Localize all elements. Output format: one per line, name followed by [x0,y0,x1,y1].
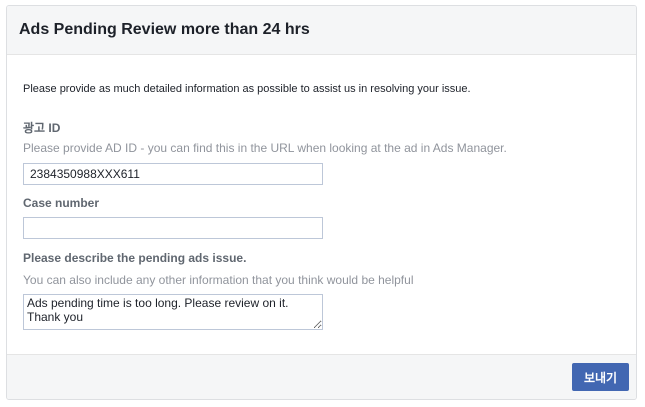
case-number-input[interactable] [23,217,323,239]
form-intro-text: Please provide as much detailed informat… [23,83,471,95]
support-form-panel: Ads Pending Review more than 24 hrs Plea… [6,5,637,400]
case-number-label: Case number [23,196,100,210]
submit-button[interactable]: 보내기 [572,363,629,391]
panel-header: Ads Pending Review more than 24 hrs [7,6,636,55]
ad-id-help-text: Please provide AD ID - you can find this… [23,141,507,155]
issue-description-textarea[interactable]: Ads pending time is too long. Please rev… [23,294,323,330]
panel-footer: 보내기 [7,354,636,399]
issue-description-help-text: You can also include any other informati… [23,273,414,287]
ad-id-input[interactable] [23,163,323,185]
form-title: Ads Pending Review more than 24 hrs [19,21,310,38]
issue-description-label: Please describe the pending ads issue. [23,251,247,265]
ad-id-label: 광고 ID [23,121,61,135]
